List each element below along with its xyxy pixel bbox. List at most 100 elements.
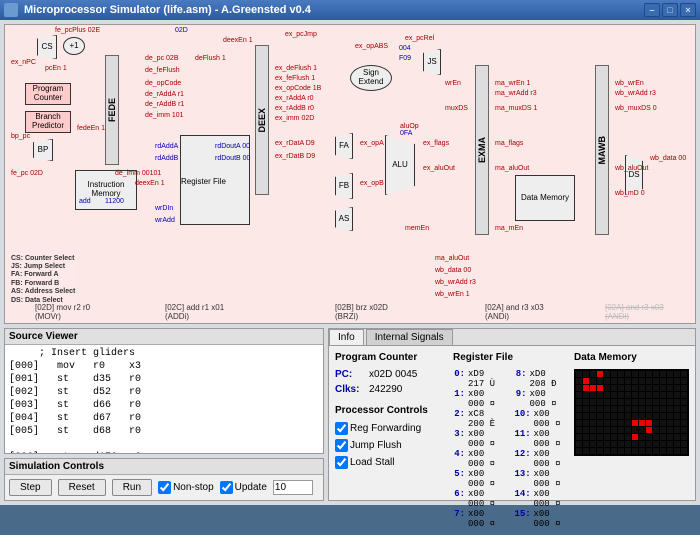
jump-flush-checkbox[interactable]: Jump Flush [335, 439, 445, 452]
memory-cell [597, 378, 603, 384]
pipeline-stage-4: [02A] and r3 x03(ANDi) [605, 303, 664, 321]
mawb-stage: MAWB [595, 65, 609, 235]
memory-cell [625, 371, 631, 377]
memory-cell [590, 385, 596, 391]
memory-cell [674, 441, 680, 447]
memory-cell [653, 413, 659, 419]
memory-cell [583, 399, 589, 405]
program-counter-block: Program Counter [25, 83, 71, 105]
memory-cell [674, 392, 680, 398]
memory-cell [590, 448, 596, 454]
memory-cell [653, 427, 659, 433]
memory-cell [667, 434, 673, 440]
update-interval-input[interactable] [273, 480, 313, 495]
memory-cell [653, 448, 659, 454]
memory-cell [618, 406, 624, 412]
memory-cell [576, 399, 582, 405]
simulation-controls-panel: Simulation Controls Step Reset Run Non-s… [4, 458, 324, 501]
memory-cell [576, 378, 582, 384]
memory-cell [590, 420, 596, 426]
memory-cell [667, 406, 673, 412]
memory-cell [632, 371, 638, 377]
exma-stage: EXMA [475, 65, 489, 235]
memory-cell [576, 371, 582, 377]
pipeline-stage-1: [02C] add r1 x01(ADDi) [165, 303, 224, 321]
memory-cell [611, 399, 617, 405]
memory-cell [618, 420, 624, 426]
pipeline-stage-0: [02D] mov r2 r0(MOVr) [35, 303, 90, 321]
tab-info[interactable]: Info [329, 329, 364, 345]
step-button[interactable]: Step [9, 479, 52, 496]
memory-cell [632, 392, 638, 398]
memory-cell [632, 399, 638, 405]
memory-cell [618, 413, 624, 419]
branch-predictor-block: Branch Predictor [25, 111, 71, 133]
memory-cell [583, 378, 589, 384]
memory-cell [681, 371, 687, 377]
memory-cell [674, 371, 680, 377]
memory-cell [674, 399, 680, 405]
memory-cell [667, 399, 673, 405]
memory-cell [674, 420, 680, 426]
memory-cell [660, 406, 666, 412]
memory-cell [604, 406, 610, 412]
memory-cell [667, 413, 673, 419]
memory-cell [597, 420, 603, 426]
memory-cell [667, 385, 673, 391]
register-file-header: Register File [453, 352, 566, 363]
memory-cell [674, 434, 680, 440]
memory-cell [625, 420, 631, 426]
run-button[interactable]: Run [112, 479, 152, 496]
memory-cell [681, 392, 687, 398]
memory-cell [597, 371, 603, 377]
load-stall-checkbox[interactable]: Load Stall [335, 456, 445, 469]
memory-cell [618, 378, 624, 384]
memory-cell [590, 392, 596, 398]
memory-cell [604, 448, 610, 454]
nonstop-checkbox[interactable]: Non-stop [158, 481, 214, 494]
memory-cell [653, 371, 659, 377]
memory-cell [646, 427, 652, 433]
data-memory-block: Data Memory [515, 175, 575, 221]
memory-cell [576, 385, 582, 391]
memory-cell [646, 413, 652, 419]
memory-cell [583, 441, 589, 447]
memory-cell [618, 399, 624, 405]
memory-cell [597, 434, 603, 440]
close-button[interactable]: × [680, 3, 696, 17]
memory-cell [660, 420, 666, 426]
memory-cell [597, 413, 603, 419]
ds-mux: DS [625, 155, 643, 195]
maximize-button[interactable]: □ [662, 3, 678, 17]
memory-cell [576, 420, 582, 426]
memory-cell [597, 385, 603, 391]
sig-fe_pcPlus: fe_pcPlus 02E [55, 27, 100, 34]
memory-cell [660, 441, 666, 447]
reset-button[interactable]: Reset [58, 479, 106, 496]
memory-cell [583, 413, 589, 419]
memory-cell [632, 385, 638, 391]
minimize-button[interactable]: – [644, 3, 660, 17]
memory-cell [653, 378, 659, 384]
as-mux: AS [335, 207, 353, 231]
memory-cell [653, 420, 659, 426]
memory-cell [597, 448, 603, 454]
memory-cell [618, 385, 624, 391]
register-row: 9:x00 000 ¤ [515, 389, 567, 409]
reg-forwarding-checkbox[interactable]: Reg Forwarding [335, 422, 445, 435]
memory-cell [681, 441, 687, 447]
memory-cell [639, 434, 645, 440]
memory-cell [667, 441, 673, 447]
fb-mux: FB [335, 173, 353, 199]
source-listing[interactable]: ; Insert gliders [000] mov r0 x3 [001] s… [5, 345, 323, 453]
memory-cell [632, 427, 638, 433]
update-checkbox[interactable]: Update [220, 481, 267, 494]
memory-cell [639, 406, 645, 412]
deex-stage: DEEX [255, 45, 269, 195]
memory-cell [646, 385, 652, 391]
memory-cell [681, 406, 687, 412]
tab-internal-signals[interactable]: Internal Signals [366, 329, 453, 345]
memory-cell [639, 392, 645, 398]
register-row: 14:x00 000 ¤ [515, 489, 567, 509]
app-icon [4, 3, 18, 17]
